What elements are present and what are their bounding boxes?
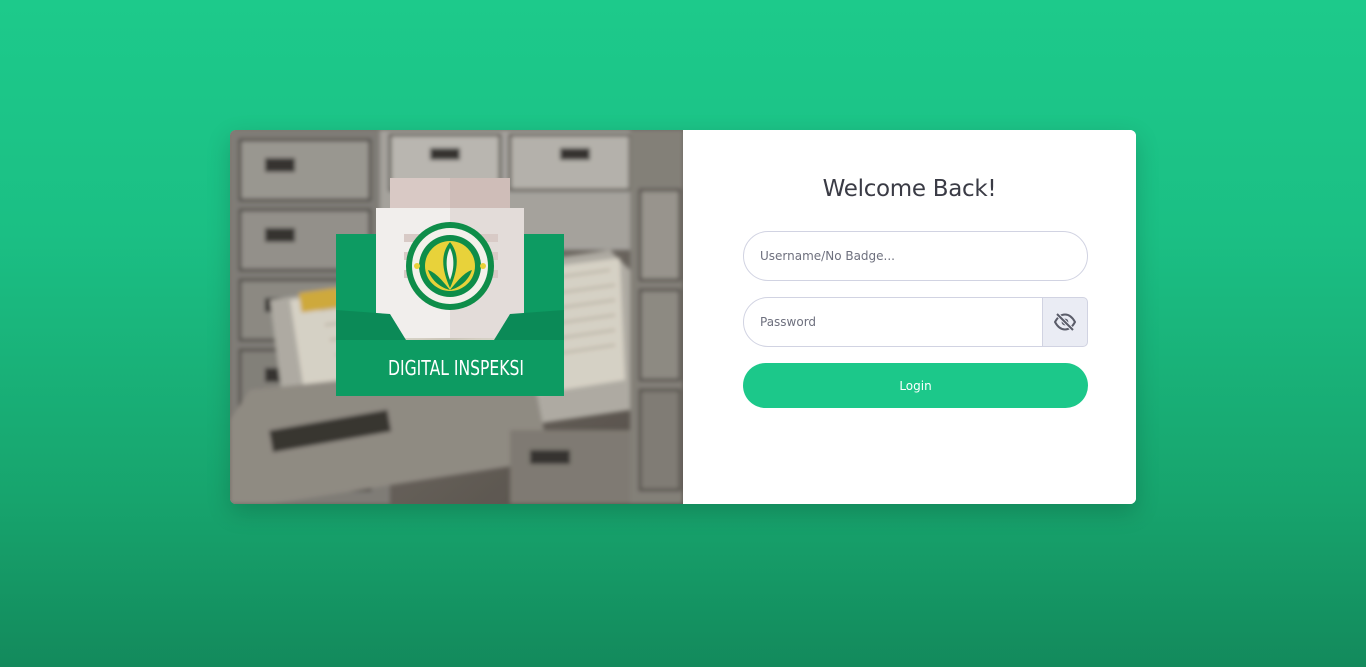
toggle-password-button[interactable] (1042, 297, 1088, 347)
password-input[interactable] (743, 297, 1043, 347)
login-page: { "hero": { "logo_title": "DIGITAL INSPE… (0, 0, 1366, 667)
logo-title: DIGITAL INSPEKSI (388, 356, 524, 380)
username-input[interactable] (743, 231, 1088, 281)
welcome-heading: Welcome Back! (822, 176, 997, 202)
filing-cabinet-image: DIGITAL INSPEKSI (230, 130, 683, 504)
login-card: DIGITAL INSPEKSI Welcome Back! Login (230, 130, 1136, 504)
eye-slash-icon (1054, 313, 1076, 331)
login-form-panel: Welcome Back! Login (683, 130, 1136, 504)
hero-image-panel: DIGITAL INSPEKSI (230, 130, 683, 504)
login-button[interactable]: Login (743, 363, 1088, 408)
